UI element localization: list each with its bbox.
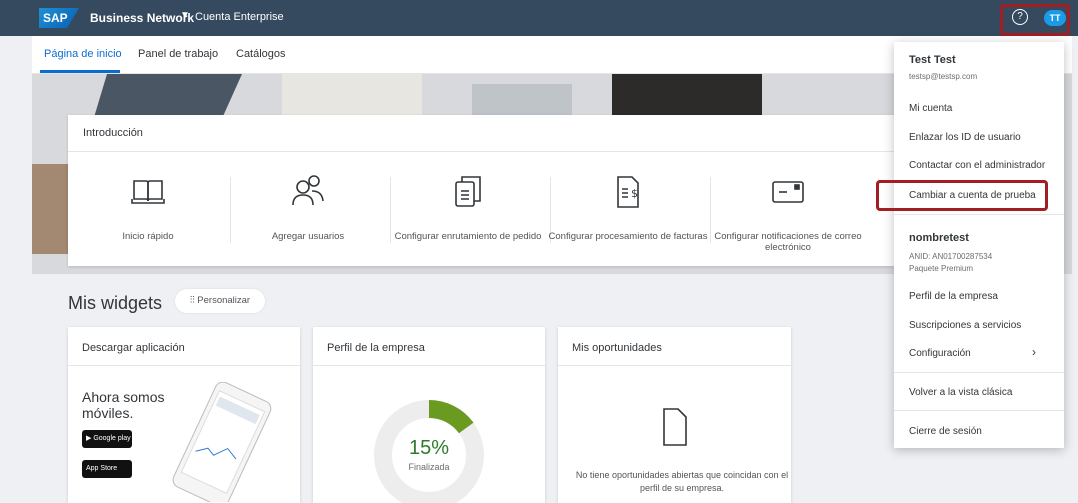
user-email: testsp@testsp.com	[909, 72, 978, 81]
progress-status: Finalizada	[408, 462, 450, 472]
product-title[interactable]: Business Network	[90, 11, 194, 25]
menu-subscriptions[interactable]: Suscripciones a servicios	[909, 320, 1021, 331]
chevron-right-icon: ›	[1032, 345, 1036, 359]
tile-invoice-processing[interactable]: $ Configurar procesamiento de facturas	[548, 163, 708, 253]
tab-workbench[interactable]: Panel de trabajo	[138, 48, 218, 60]
menu-company-profile[interactable]: Perfil de la empresa	[909, 291, 998, 302]
active-tab-indicator	[40, 70, 120, 73]
tile-order-routing[interactable]: Configurar enrutamiento de pedido	[388, 163, 548, 253]
progress-donut	[374, 400, 484, 503]
tile-add-users[interactable]: Agregar usuarios	[228, 163, 388, 253]
tab-catalogs[interactable]: Catálogos	[236, 48, 286, 60]
widget-company-profile[interactable]: Perfil de la empresa 15% Finalizada	[313, 327, 545, 503]
progress-arc	[428, 400, 474, 434]
personalize-button[interactable]: ⫶⫶ Personalizar	[175, 289, 265, 313]
tile-label: Configurar notificaciones de correo elec…	[714, 231, 862, 253]
progress-percent: 15%	[408, 437, 450, 459]
menu-my-account[interactable]: Mi cuenta	[909, 103, 952, 114]
menu-settings[interactable]: Configuración	[909, 348, 971, 359]
account-type: Cuenta Enterprise	[195, 11, 284, 23]
documents-icon	[455, 176, 481, 207]
chevron-down-icon[interactable]: ▼	[180, 10, 190, 21]
invoice-icon: $	[617, 176, 639, 208]
menu-classic-view[interactable]: Volver a la vista clásica	[909, 387, 1012, 398]
tile-label: Agregar usuarios	[271, 231, 345, 242]
empty-state-text: No tiene oportunidades abiertas que coin…	[575, 470, 789, 493]
user-menu: Test Test testsp@testsp.com Mi cuenta En…	[894, 42, 1064, 448]
app-store-badge[interactable]: App Store	[82, 460, 132, 478]
menu-contact-admin[interactable]: Contactar con el administrador	[909, 160, 1045, 171]
user-name: Test Test	[909, 54, 956, 66]
menu-link-user-ids[interactable]: Enlazar los ID de usuario	[909, 132, 1021, 143]
widget-opportunities: Mis oportunidades No tiene oportunidades…	[558, 327, 791, 503]
tile-label: Configurar enrutamiento de pedido	[394, 231, 542, 242]
tile-email-notifications[interactable]: Configurar notificaciones de correo elec…	[708, 163, 868, 253]
users-icon	[292, 175, 324, 206]
switch-account-highlight-box	[876, 180, 1048, 211]
phone-image	[172, 382, 272, 502]
widget-title: Descargar aplicación	[82, 342, 185, 354]
intro-card: Introducción Inicio rápido Agregar usuar…	[68, 115, 894, 266]
tile-label: Configurar procesamiento de facturas	[548, 231, 708, 242]
menu-logout[interactable]: Cierre de sesión	[909, 426, 982, 437]
sap-logo[interactable]: SAP	[39, 8, 79, 28]
svg-text:$: $	[631, 187, 638, 200]
tile-label: Inicio rápido	[122, 231, 174, 242]
personalize-label: Personalizar	[197, 295, 251, 306]
intro-title: Introducción	[83, 127, 143, 139]
widgets-title: Mis widgets	[68, 293, 163, 313]
document-icon	[663, 408, 687, 446]
avatar-highlight-box	[1000, 4, 1070, 36]
company-name: nombretest	[909, 232, 969, 244]
shell-bar: SAP Business Network ▼ Cuenta Enterprise…	[0, 0, 1078, 36]
company-package: Paquete Premium	[909, 264, 974, 273]
google-play-badge[interactable]: ▶ Google play	[82, 430, 132, 448]
book-icon	[131, 180, 165, 204]
widget-title: Mis oportunidades	[572, 342, 662, 354]
mobile-text: Ahora somos móviles.	[82, 389, 165, 421]
widget-download-app: Descargar aplicación Ahora somos móviles…	[68, 327, 300, 503]
tab-home[interactable]: Página de inicio	[44, 48, 122, 60]
tile-quick-start[interactable]: Inicio rápido	[68, 163, 228, 253]
notification-icon	[772, 181, 804, 203]
company-anid: ANID: AN01700287534	[909, 252, 993, 261]
